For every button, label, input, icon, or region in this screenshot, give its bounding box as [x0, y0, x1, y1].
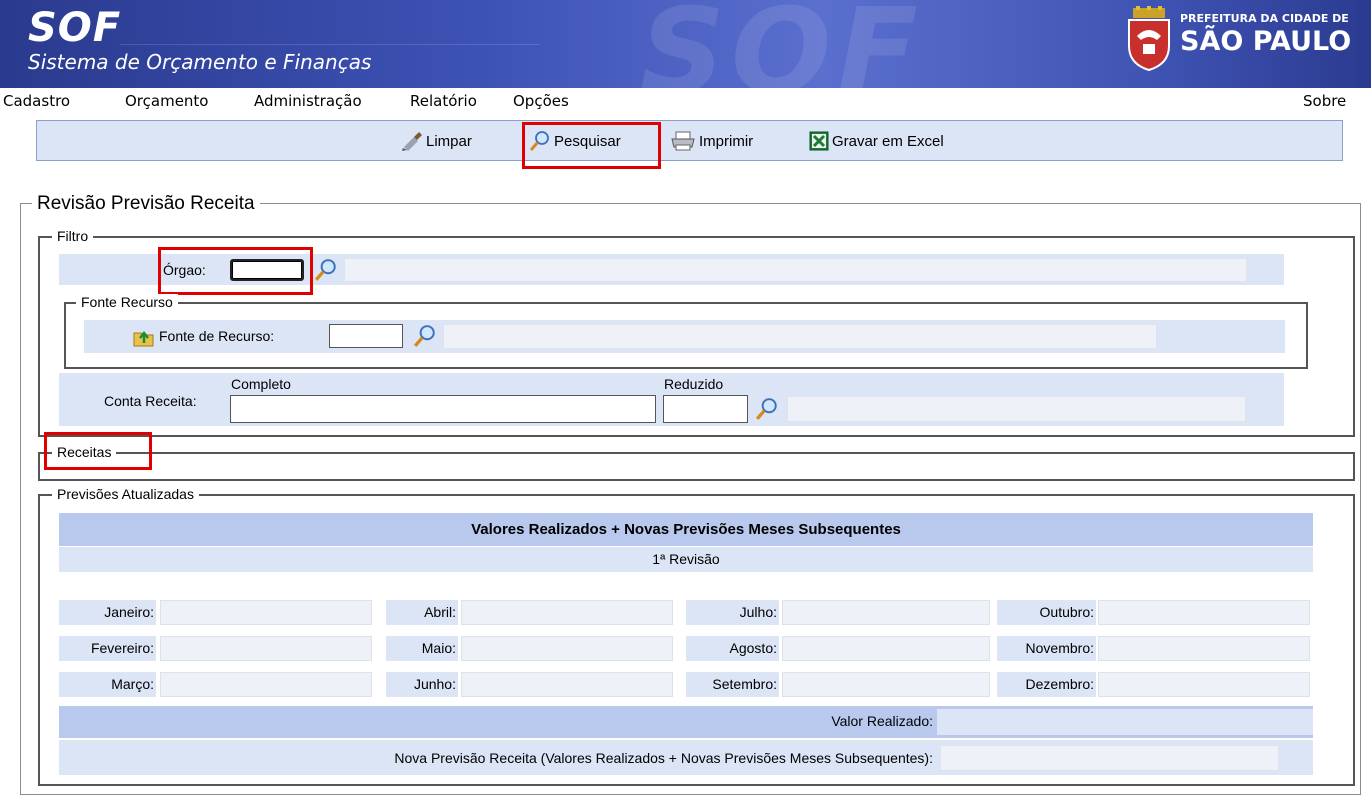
magnifier-icon: [529, 131, 549, 151]
city-name-line2: SÃO PAULO: [1180, 26, 1352, 57]
month-value-marco: [160, 672, 372, 697]
conta-receita-label: Conta Receita:: [104, 393, 197, 409]
month-value-julho: [782, 600, 990, 625]
completo-label: Completo: [231, 376, 291, 392]
orgao-lookup-icon[interactable]: [314, 258, 338, 282]
broom-icon: [402, 132, 422, 151]
fonte-recurso-label: Fonte de Recurso:: [159, 328, 275, 344]
menu-item-opcoes[interactable]: Opções: [513, 92, 569, 110]
export-excel-button-label: Gravar em Excel: [832, 132, 944, 150]
previsoes-legend: Previsões Atualizadas: [52, 486, 199, 502]
toolbar: Limpar Pesquisar Imprimir Gravar em Exce…: [36, 120, 1343, 161]
menu-item-cadastro[interactable]: Cadastro: [3, 92, 70, 110]
previsoes-header: Valores Realizados + Novas Previsões Mes…: [59, 513, 1313, 546]
page-title: Revisão Previsão Receita: [32, 193, 260, 215]
month-label-novembro: Novembro:: [997, 636, 1096, 661]
month-value-dezembro: [1098, 672, 1310, 697]
month-label-janeiro: Janeiro:: [59, 600, 156, 625]
month-label-maio: Maio:: [386, 636, 458, 661]
conta-reduzido-input[interactable]: [663, 395, 748, 423]
reduzido-label: Reduzido: [664, 376, 724, 392]
month-value-maio: [461, 636, 673, 661]
month-label-fevereiro: Fevereiro:: [59, 636, 156, 661]
month-value-janeiro: [160, 600, 372, 625]
month-label-abril: Abril:: [386, 600, 458, 625]
valor-realizado-value: [937, 709, 1313, 735]
orgao-description-field: [344, 258, 1247, 282]
app-logo: SOF: [28, 5, 122, 51]
menu-bar: Cadastro Orçamento Administração Relatór…: [0, 88, 1371, 114]
month-value-abril: [461, 600, 673, 625]
month-label-marco: Março:: [59, 672, 156, 697]
nova-previsao-value: [940, 745, 1279, 771]
orgao-label: Órgao:: [163, 262, 206, 278]
print-button[interactable]: Imprimir: [670, 130, 753, 152]
receitas-legend: Receitas: [52, 444, 117, 460]
nova-previsao-label: Nova Previsão Receita (Valores Realizado…: [394, 750, 933, 766]
valor-realizado-label: Valor Realizado:: [831, 713, 933, 729]
orgao-input[interactable]: [230, 259, 304, 281]
app-subtitle: Sistema de Orçamento e Finanças: [28, 50, 372, 74]
conta-completo-input[interactable]: [230, 395, 656, 423]
month-value-outubro: [1098, 600, 1310, 625]
month-value-setembro: [782, 672, 990, 697]
app-header: SOF SOF Sistema de Orçamento e Finanças …: [0, 0, 1371, 88]
month-value-agosto: [782, 636, 990, 661]
revision-label: 1ª Revisão: [59, 547, 1313, 572]
fonte-recurso-legend: Fonte Recurso: [76, 294, 178, 310]
export-excel-button[interactable]: Gravar em Excel: [809, 130, 944, 152]
month-label-dezembro: Dezembro:: [997, 672, 1096, 697]
menu-item-sobre[interactable]: Sobre: [1303, 92, 1346, 110]
conta-lookup-icon[interactable]: [755, 397, 779, 421]
menu-item-orcamento[interactable]: Orçamento: [125, 92, 209, 110]
menu-item-relatorio[interactable]: Relatório: [410, 92, 477, 110]
search-button[interactable]: Pesquisar: [529, 130, 621, 152]
fonte-recurso-description-field: [443, 324, 1157, 349]
conta-description-field: [787, 396, 1246, 422]
printer-icon: [671, 131, 695, 151]
month-label-outubro: Outubro:: [997, 600, 1096, 625]
month-label-agosto: Agosto:: [686, 636, 779, 661]
fonte-recurso-lookup-icon[interactable]: [413, 324, 437, 348]
menu-item-administracao[interactable]: Administração: [254, 92, 362, 110]
header-decor-line: [120, 44, 540, 45]
city-name-line1: PREFEITURA DA CIDADE DE: [1180, 12, 1349, 25]
folder-up-icon[interactable]: [133, 327, 155, 347]
month-value-novembro: [1098, 636, 1310, 661]
print-button-label: Imprimir: [699, 132, 754, 150]
fonte-recurso-input[interactable]: [329, 324, 403, 348]
search-button-label: Pesquisar: [554, 132, 621, 150]
month-label-setembro: Setembro:: [686, 672, 779, 697]
city-seal-icon: [1128, 6, 1170, 72]
header-watermark: SOF: [640, 0, 924, 88]
filter-legend: Filtro: [52, 228, 94, 244]
month-value-junho: [461, 672, 673, 697]
month-label-junho: Junho:: [386, 672, 458, 697]
month-label-julho: Julho:: [686, 600, 779, 625]
clear-button-label: Limpar: [426, 132, 472, 150]
clear-button[interactable]: Limpar: [401, 130, 472, 152]
receitas-panel: [38, 452, 1355, 481]
month-value-fevereiro: [160, 636, 372, 661]
excel-icon: [809, 131, 829, 151]
